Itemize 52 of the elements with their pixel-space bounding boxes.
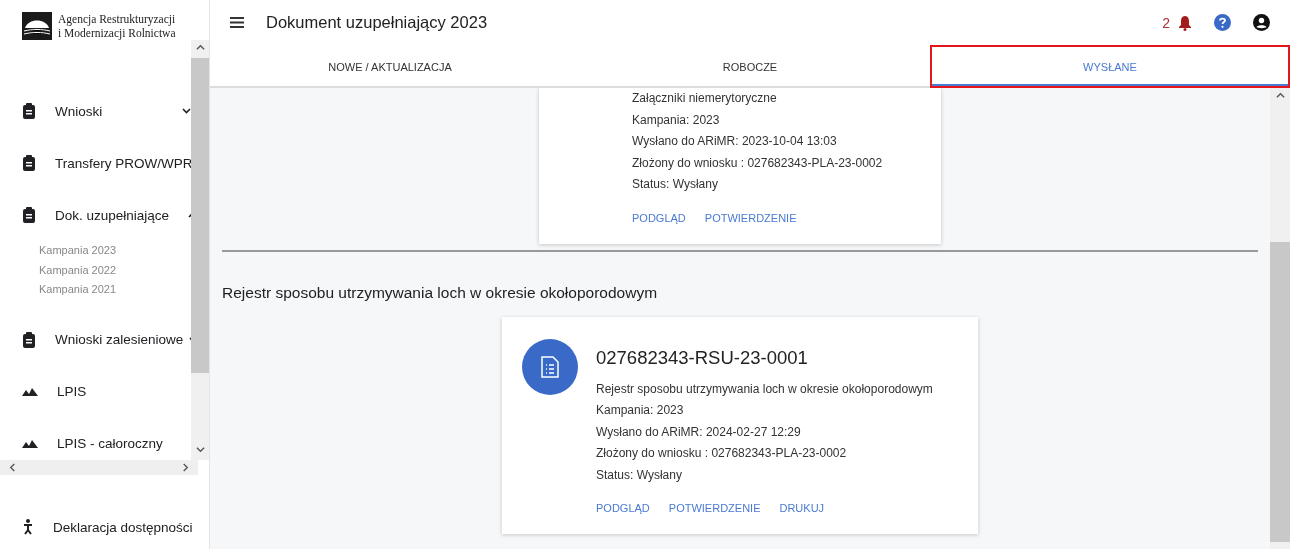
notification-count: 2 xyxy=(1162,14,1170,31)
sidebar-subitem[interactable]: Kampania 2021 xyxy=(39,280,191,300)
horizontal-scrollbar[interactable] xyxy=(0,460,198,476)
document-number: 027682343-RSU-23-0001 xyxy=(596,346,809,369)
menu-icon[interactable] xyxy=(230,17,244,28)
document-detail: Kampania: 2023 xyxy=(596,402,685,419)
sidebar-item[interactable]: LPIS xyxy=(0,365,191,418)
scrollbar[interactable] xyxy=(1270,88,1290,549)
logo-text: i Modernizacji Rolnictwa xyxy=(58,26,176,40)
clipboard-icon xyxy=(22,155,36,171)
mountains-icon xyxy=(22,439,38,448)
document-detail: Załączniki niemerytoryczne xyxy=(632,90,778,107)
section-heading: Rejestr sposobu utrzymywania loch w okresie okołoporodowym xyxy=(222,282,659,303)
document-detail: Złożony do wniosku : 027682343-PLA-23-0002 xyxy=(632,154,883,172)
scroll-right-icon[interactable] xyxy=(181,463,190,473)
tab[interactable]: WYSŁANE xyxy=(930,45,1290,88)
document-detail: Wysłano do ARiMR: 2024-02-27 12:29 xyxy=(596,423,802,441)
scrollbar[interactable] xyxy=(191,40,209,460)
document-detail: Rejestr sposobu utrzymywania loch w okresie okołoporodowym xyxy=(596,380,933,398)
document-detail: Wysłano do ARiMR: 2023-10-04 13:03 xyxy=(632,133,838,150)
sidebar-item[interactable]: LPIS - całoroczny xyxy=(0,417,191,460)
scroll-up-icon[interactable] xyxy=(195,43,205,52)
document-detail: Status: Wysłany xyxy=(632,176,719,193)
document-detail: Kampania: 2023 xyxy=(632,111,721,129)
action-link[interactable]: DRUKUJ xyxy=(779,502,825,514)
scroll-up-icon[interactable] xyxy=(1275,91,1285,100)
clipboard-icon xyxy=(22,331,36,348)
page-title: Dokument uzupełniający 2023 xyxy=(266,13,489,32)
accessibility-icon xyxy=(22,519,34,536)
logo-icon xyxy=(22,12,52,40)
bell-icon[interactable] xyxy=(1178,14,1192,31)
action-link[interactable]: PODGLĄD xyxy=(596,502,650,514)
sidebar-item[interactable]: Deklaracja dostępności xyxy=(0,505,209,549)
sidebar-subitem[interactable]: Kampania 2023 xyxy=(39,241,191,261)
scroll-left-icon[interactable] xyxy=(8,463,17,473)
action-link[interactable]: POTWIERDZENIE xyxy=(668,502,761,514)
clipboard-icon xyxy=(22,207,36,223)
sidebar-subitem[interactable]: Kampania 2022 xyxy=(39,260,191,280)
help-icon[interactable] xyxy=(1214,14,1231,31)
mountains-icon xyxy=(22,387,38,396)
document-detail: Złożony do wniosku : 027682343-PLA-23-0002 xyxy=(596,445,848,462)
action-link[interactable]: POTWIERDZENIE xyxy=(704,211,797,224)
sidebar-item[interactable]: Wnioski xyxy=(0,85,191,137)
logo-text: Agencja Restrukturyzacji xyxy=(58,12,176,26)
scroll-down-icon[interactable] xyxy=(195,445,205,454)
account-icon[interactable] xyxy=(1253,14,1270,31)
chevron-icon xyxy=(182,108,191,114)
tab[interactable]: ROBOCZE xyxy=(570,45,930,88)
tab[interactable]: NOWE / AKTUALIZACJA xyxy=(210,45,570,88)
document-detail: Status: Wysłany xyxy=(596,466,683,484)
action-link[interactable]: PODGLĄD xyxy=(632,211,686,224)
clipboard-icon xyxy=(22,103,36,119)
